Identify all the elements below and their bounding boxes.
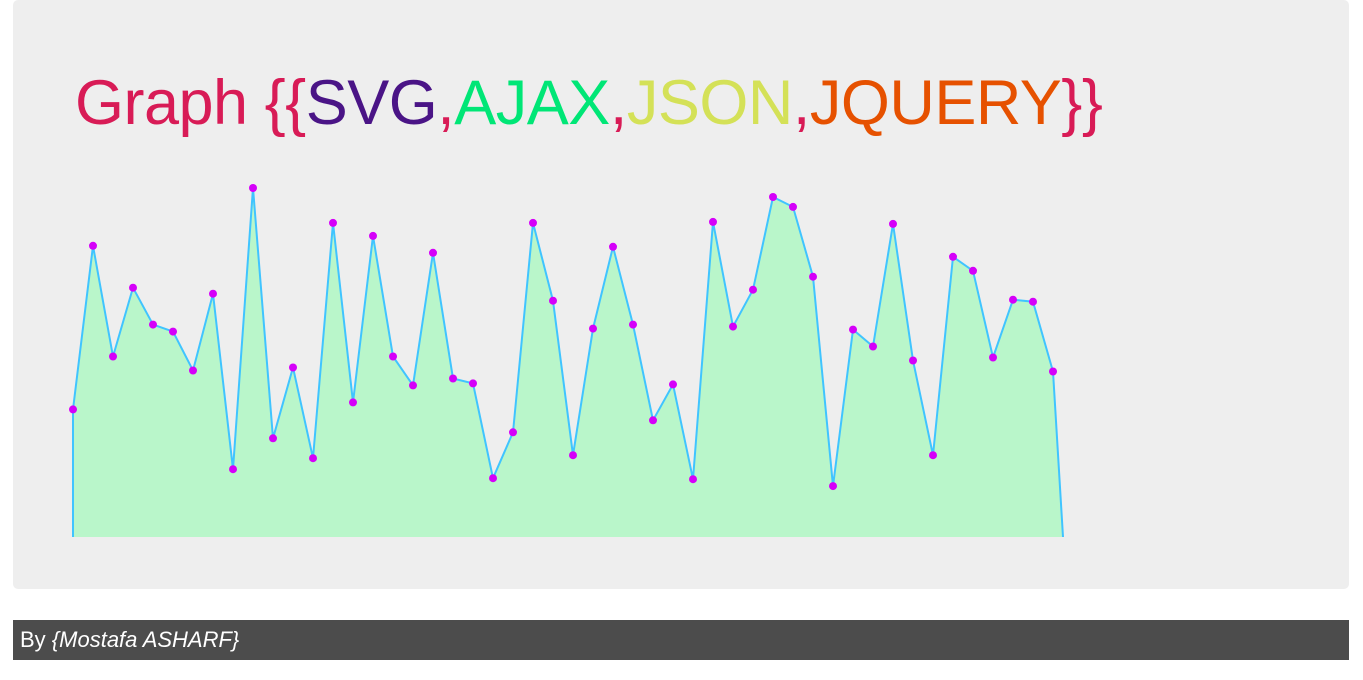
footer-by: By	[20, 627, 52, 652]
title-separator: ,	[609, 68, 628, 138]
title-prefix: Graph	[75, 68, 265, 138]
title-separator: ,	[437, 68, 455, 138]
title-ajax: AJAX	[454, 68, 610, 138]
footer-author: {Mostafa ASHARF}	[51, 627, 240, 652]
title-open-braces: {{	[264, 68, 307, 138]
page-title: Graph {{SVG,AJAX,JSON,JQUERY}}	[75, 63, 1103, 143]
title-close-braces: }}	[1061, 68, 1103, 138]
title-separator: ,	[792, 68, 811, 138]
title-jquery: JQUERY	[809, 68, 1062, 138]
title-json: JSON	[626, 68, 794, 138]
footer-bar: By {Mostafa ASHARF}	[13, 620, 1349, 660]
title-svg: SVG	[305, 68, 438, 138]
